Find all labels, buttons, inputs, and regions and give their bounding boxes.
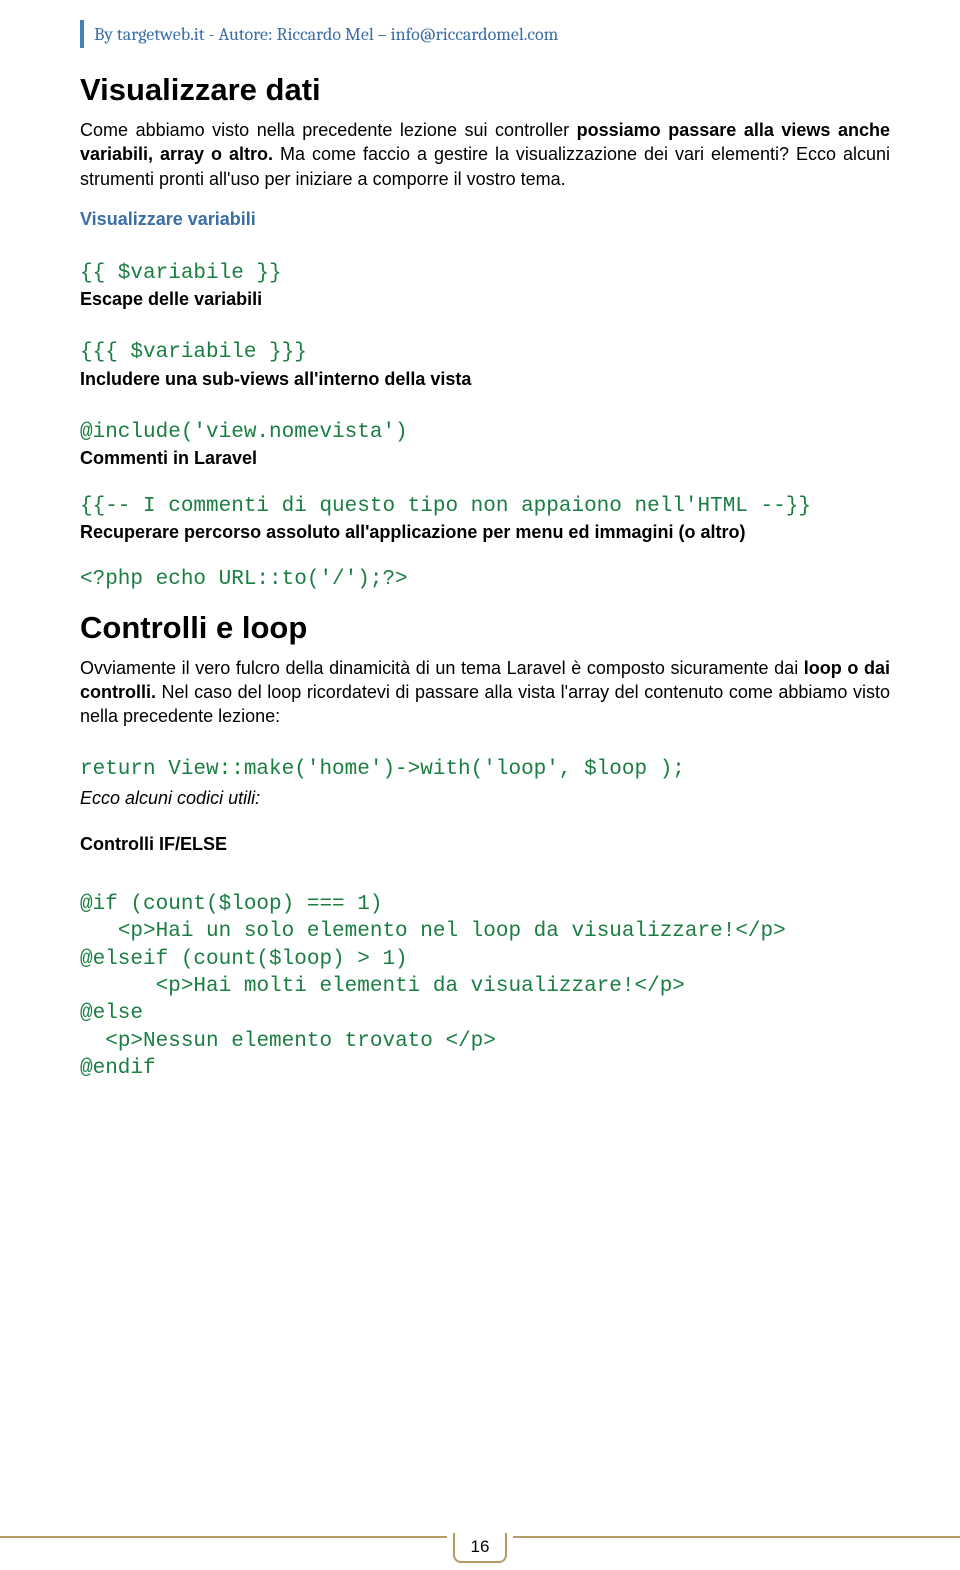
page-content: By targetweb.it - Autore: Riccardo Mel –… — [0, 0, 960, 1112]
subheading-commenti: Commenti in Laravel — [80, 446, 890, 470]
code-include: @include('view.nomevista') — [80, 419, 890, 446]
code-comment: {{-- I commenti di questo tipo non appai… — [80, 493, 890, 520]
page-number: 16 — [453, 1533, 508, 1563]
document-header: By targetweb.it - Autore: Riccardo Mel –… — [80, 20, 890, 48]
subheading-recuperare: Recuperare percorso assoluto all'applica… — [80, 520, 890, 544]
code-escape-output: {{{ $variabile }}} — [80, 339, 890, 366]
intro-prefix: Come abbiamo visto nella precedente lezi… — [80, 120, 577, 140]
page-footer: 16 — [0, 1522, 960, 1552]
footer-line-left — [0, 1536, 447, 1538]
code-variable-output: {{ $variabile }} — [80, 260, 890, 287]
code-url-to: <?php echo URL::to('/');?> — [80, 566, 890, 593]
note-italic: Ecco alcuni codici utili: — [80, 786, 890, 810]
subheading-include: Includere una sub-views all'interno dell… — [80, 367, 890, 391]
code-return-view: return View::make('home')->with('loop', … — [80, 756, 890, 783]
subheading-escape: Escape delle variabili — [80, 287, 890, 311]
heading-visualizzare-dati: Visualizzare dati — [80, 72, 890, 108]
heading-controlli-loop: Controlli e loop — [80, 610, 890, 646]
code-if-else: @if (count($loop) === 1) <p>Hai un solo … — [80, 891, 890, 1082]
subheading-if-else: Controlli IF/ELSE — [80, 834, 890, 855]
p2-suffix: Nel caso del loop ricordatevi di passare… — [80, 682, 890, 726]
header-accent-bar — [80, 20, 84, 48]
header-text: By targetweb.it - Autore: Riccardo Mel –… — [94, 24, 558, 45]
intro-paragraph: Come abbiamo visto nella precedente lezi… — [80, 118, 890, 191]
p2-prefix: Ovviamente il vero fulcro della dinamici… — [80, 658, 804, 678]
subheading-visualizzare-variabili: Visualizzare variabili — [80, 209, 890, 230]
footer-line-right — [513, 1536, 960, 1538]
controlli-paragraph: Ovviamente il vero fulcro della dinamici… — [80, 656, 890, 729]
